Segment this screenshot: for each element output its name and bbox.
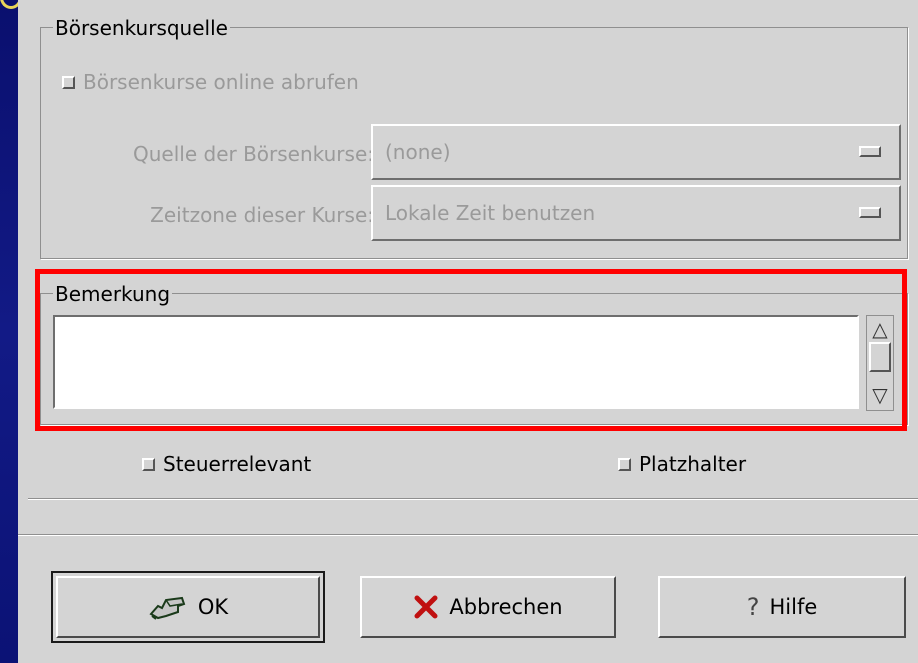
- hand-pointing-icon: [148, 592, 188, 622]
- help-label: Hilfe: [769, 595, 818, 619]
- tax-relevant-label: Steuerrelevant: [163, 452, 312, 476]
- online-quotes-checkbox[interactable]: Börsenkurse online abrufen: [62, 70, 359, 94]
- timezone-select[interactable]: Lokale Zeit benutzen: [371, 185, 901, 241]
- separator: [18, 534, 918, 536]
- checkbox-box[interactable]: [62, 75, 75, 89]
- timezone-value: Lokale Zeit benutzen: [385, 201, 596, 225]
- placeholder-label: Platzhalter: [639, 452, 747, 476]
- checkbox-box[interactable]: [618, 457, 631, 471]
- remark-scrollbar[interactable]: △ ▽: [866, 315, 894, 411]
- scroll-down-icon[interactable]: ▽: [869, 384, 891, 406]
- timezone-label: Zeitzone dieser Kurse:: [150, 203, 374, 227]
- account-dialog: Börsenkursquelle Börsenkurse online abru…: [18, 0, 918, 663]
- quote-source-value: (none): [385, 140, 451, 164]
- remark-textarea[interactable]: [53, 315, 859, 409]
- tax-relevant-checkbox[interactable]: Steuerrelevant: [142, 452, 311, 476]
- checkbox-box[interactable]: [142, 457, 155, 471]
- cancel-button[interactable]: Abbrechen: [360, 576, 616, 638]
- online-quotes-label: Börsenkurse online abrufen: [83, 70, 359, 94]
- question-mark-icon: ?: [746, 593, 760, 621]
- remark-group-title: Bemerkung: [53, 282, 173, 306]
- placeholder-checkbox[interactable]: Platzhalter: [618, 452, 746, 476]
- cancel-label: Abbrechen: [449, 595, 563, 619]
- dropdown-icon[interactable]: [859, 207, 881, 218]
- quote-source-label: Quelle der Börsenkurse:: [133, 142, 374, 166]
- stock-source-group-title: Börsenkursquelle: [53, 16, 230, 40]
- quote-source-select[interactable]: (none): [371, 124, 901, 180]
- red-x-icon: [413, 594, 439, 620]
- scroll-thumb[interactable]: [869, 342, 891, 372]
- ok-button[interactable]: OK: [51, 571, 325, 643]
- scroll-up-icon[interactable]: △: [869, 318, 891, 340]
- ok-label: OK: [197, 595, 229, 619]
- help-button[interactable]: ? Hilfe: [658, 576, 906, 638]
- separator: [28, 498, 918, 500]
- dropdown-icon[interactable]: [859, 146, 881, 157]
